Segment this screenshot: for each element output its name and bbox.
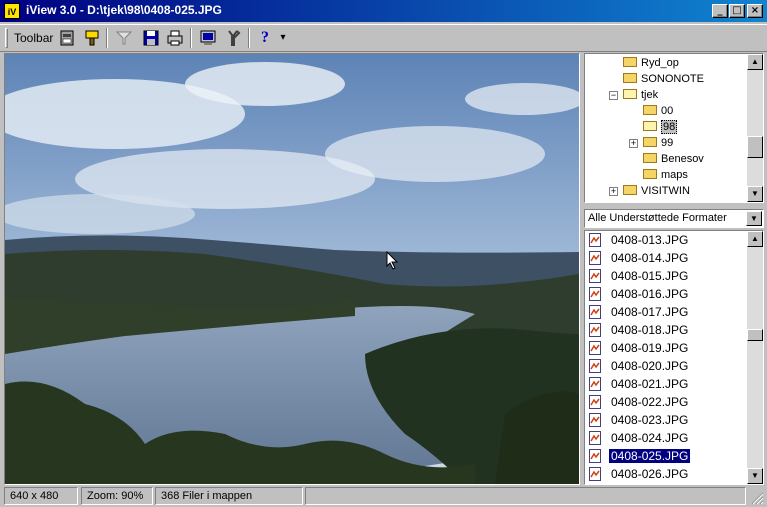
scroll-down-button[interactable]: ▼ — [747, 186, 763, 202]
folder-icon — [643, 169, 657, 180]
folder-tree[interactable]: Ryd_op SONONOTE − tjek 00 98 + 99 Beneso… — [584, 53, 764, 203]
collapse-icon[interactable]: − — [609, 91, 618, 100]
open-folder-icon — [643, 121, 657, 132]
scroll-thumb[interactable] — [747, 136, 763, 158]
maximize-button[interactable]: □ — [729, 4, 745, 18]
folder-icon — [623, 57, 637, 68]
file-list-item[interactable]: 0408-024.JPG — [589, 429, 690, 447]
file-list-item[interactable]: 0408-026.JPG — [589, 465, 690, 483]
folder-icon — [643, 137, 657, 148]
scroll-thumb[interactable] — [747, 329, 763, 341]
jpg-file-icon — [589, 430, 601, 445]
folder-icon — [623, 185, 637, 196]
jpg-file-icon — [589, 358, 601, 373]
tree-item-sononote[interactable]: SONONOTE — [623, 71, 704, 87]
status-dimensions: 640 x 480 — [4, 487, 78, 505]
file-list-scrollbar[interactable]: ▲ ▼ — [747, 231, 763, 484]
scanner-icon[interactable] — [57, 28, 77, 48]
jpg-file-icon — [589, 250, 601, 265]
file-list-item[interactable]: 0408-016.JPG — [589, 285, 690, 303]
format-filter-value: Alle Understøttede Formater — [588, 212, 727, 224]
open-folder-icon — [623, 89, 637, 100]
tree-item-visitwin[interactable]: VISITWIN — [623, 183, 690, 199]
jpg-file-icon — [589, 322, 601, 337]
tree-item-benesov[interactable]: Benesov — [643, 151, 704, 167]
minimize-button[interactable]: _ — [712, 4, 728, 18]
status-zoom: Zoom: 90% — [81, 487, 153, 505]
close-button[interactable]: × — [747, 4, 763, 18]
folder-icon — [643, 105, 657, 116]
resize-grip-icon[interactable] — [750, 491, 764, 505]
paint-brush-icon[interactable] — [82, 28, 102, 48]
scroll-up-button[interactable]: ▲ — [747, 54, 763, 70]
jpg-file-icon — [589, 268, 601, 283]
toolbar-separator — [106, 28, 108, 48]
jpg-file-icon — [589, 286, 601, 301]
status-file-count: 368 Filer i mappen — [155, 487, 303, 505]
print-icon[interactable] — [165, 28, 185, 48]
file-list-item[interactable]: 0408-015.JPG — [589, 267, 690, 285]
jpg-file-icon — [589, 340, 601, 355]
toolbar-grip[interactable] — [5, 28, 8, 48]
folder-icon — [623, 73, 637, 84]
toolbar-separator — [190, 28, 192, 48]
dropdown-arrow-icon[interactable]: ▾ — [278, 30, 288, 46]
iview-app-icon[interactable]: iV — [4, 3, 20, 19]
file-list[interactable]: 0408-013.JPG 0408-014.JPG 0408-015.JPG 0… — [584, 230, 764, 485]
status-panel-empty — [305, 487, 746, 505]
tree-item-99[interactable]: 99 — [643, 135, 673, 151]
help-icon[interactable]: ? — [258, 27, 272, 49]
file-list-item[interactable]: 0408-017.JPG — [589, 303, 690, 321]
image-viewer[interactable] — [4, 53, 580, 485]
jpg-file-icon — [589, 376, 601, 391]
file-list-item[interactable]: 0408-014.JPG — [589, 249, 690, 267]
file-list-item[interactable]: 0408-021.JPG — [589, 375, 690, 393]
window-title: iView 3.0 - D:\tjek\98\0408-025.JPG — [26, 3, 222, 17]
toolbar-label: Toolbar — [14, 31, 54, 45]
dropdown-arrow-button[interactable]: ▼ — [746, 211, 762, 226]
scroll-down-button[interactable]: ▼ — [747, 468, 763, 484]
file-list-item[interactable]: 0408-013.JPG — [589, 231, 690, 249]
file-list-item[interactable]: 0408-023.JPG — [589, 411, 690, 429]
tree-item-tjek[interactable]: tjek — [623, 87, 658, 103]
expand-icon[interactable]: + — [609, 187, 618, 196]
funnel-icon[interactable] — [114, 28, 134, 48]
tree-scrollbar[interactable]: ▲ ▼ — [747, 54, 763, 202]
tree-item-98[interactable]: 98 — [643, 119, 678, 135]
jpg-file-icon — [589, 448, 601, 463]
landscape-photo — [5, 54, 579, 484]
file-list-item[interactable]: 0408-018.JPG — [589, 321, 690, 339]
jpg-file-icon — [589, 304, 601, 319]
tools-icon[interactable] — [224, 28, 244, 48]
jpg-file-icon — [589, 412, 601, 427]
tree-item-maps[interactable]: maps — [643, 167, 688, 183]
save-icon[interactable] — [141, 28, 161, 48]
file-list-item[interactable]: 0408-022.JPG — [589, 393, 690, 411]
file-list-item[interactable]: 0408-019.JPG — [589, 339, 690, 357]
toolbar-separator — [248, 28, 250, 48]
expand-icon[interactable]: + — [629, 139, 638, 148]
jpg-file-icon — [589, 466, 601, 481]
mouse-cursor-icon — [386, 251, 399, 270]
tree-item-00[interactable]: 00 — [643, 103, 673, 119]
jpg-file-icon — [589, 232, 601, 247]
file-list-item-selected[interactable]: 0408-025.JPG — [589, 447, 692, 465]
monitor-icon[interactable] — [198, 28, 218, 48]
tree-item-ryd-op[interactable]: Ryd_op — [623, 55, 679, 71]
file-list-item[interactable]: 0408-020.JPG — [589, 357, 690, 375]
folder-icon — [643, 153, 657, 164]
scroll-up-button[interactable]: ▲ — [747, 231, 763, 247]
jpg-file-icon — [589, 394, 601, 409]
